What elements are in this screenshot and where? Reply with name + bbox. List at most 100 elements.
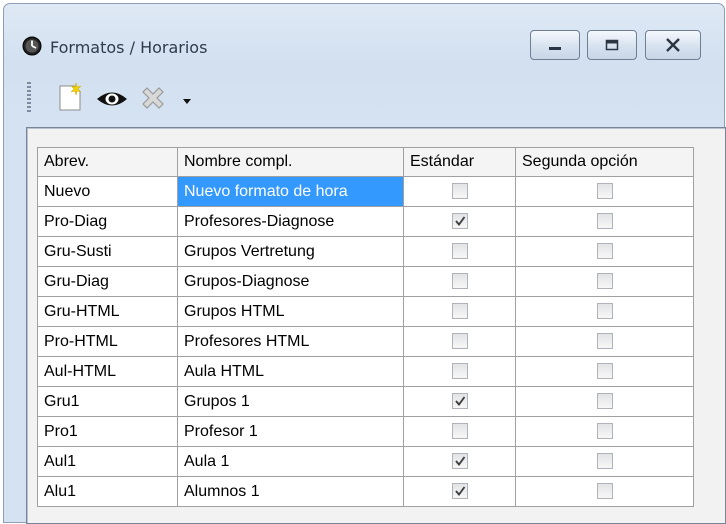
close-icon	[666, 38, 680, 52]
estandar-checkbox[interactable]	[451, 243, 468, 260]
estandar-checkbox[interactable]	[451, 333, 468, 350]
segunda-checkbox[interactable]	[596, 423, 613, 440]
dropdown-arrow-icon[interactable]	[182, 98, 192, 106]
cell-estandar	[403, 476, 516, 507]
table-row[interactable]: Gru1 Grupos 1	[37, 386, 694, 417]
cell-estandar	[403, 416, 516, 447]
cell-abrev[interactable]: Gru-HTML	[37, 296, 178, 327]
column-header-abrev[interactable]: Abrev.	[37, 147, 178, 177]
table-row[interactable]: Aul-HTML Aula HTML	[37, 356, 694, 387]
segunda-checkbox[interactable]	[596, 333, 613, 350]
cell-segunda	[515, 176, 694, 207]
cell-segunda	[515, 356, 694, 387]
table-row[interactable]: Gru-HTML Grupos HTML	[37, 296, 694, 327]
eye-icon[interactable]	[95, 89, 129, 109]
segunda-checkbox[interactable]	[596, 363, 613, 380]
cell-segunda	[515, 386, 694, 417]
cell-abrev[interactable]: Aul1	[37, 446, 178, 477]
estandar-checkbox[interactable]	[451, 183, 468, 200]
cell-abrev[interactable]: Gru-Diag	[37, 266, 178, 297]
cell-abrev[interactable]: Pro1	[37, 416, 178, 447]
estandar-checkbox[interactable]	[451, 303, 468, 320]
cell-nombre[interactable]: Profesores-Diagnose	[177, 206, 404, 237]
estandar-checkbox[interactable]	[451, 363, 468, 380]
table-row[interactable]: Aul1 Aula 1	[37, 446, 694, 477]
cell-estandar	[403, 236, 516, 267]
formats-table: Abrev. Nombre compl. Estándar Segunda op…	[37, 147, 694, 507]
table-body: Nuevo Nuevo formato de hora Pro-Diag Profes…	[37, 176, 694, 507]
cell-abrev[interactable]: Pro-HTML	[37, 326, 178, 357]
cell-estandar	[403, 266, 516, 297]
cell-nombre[interactable]: Grupos 1	[177, 386, 404, 417]
cell-estandar	[403, 176, 516, 207]
cell-segunda	[515, 326, 694, 357]
clock-icon	[22, 36, 42, 56]
column-header-nombre[interactable]: Nombre compl.	[177, 147, 404, 177]
table-row[interactable]: Pro1 Profesor 1	[37, 416, 694, 447]
segunda-checkbox[interactable]	[596, 213, 613, 230]
estandar-checkbox[interactable]	[451, 213, 468, 230]
estandar-checkbox[interactable]	[451, 273, 468, 290]
cell-segunda	[515, 416, 694, 447]
maximize-icon	[605, 39, 619, 51]
close-button[interactable]	[645, 30, 701, 60]
cell-segunda	[515, 266, 694, 297]
cell-nombre[interactable]: Profesores HTML	[177, 326, 404, 357]
new-document-icon[interactable]	[58, 82, 84, 112]
cell-abrev[interactable]: Aul-HTML	[37, 356, 178, 387]
segunda-checkbox[interactable]	[596, 243, 613, 260]
table-header-row: Abrev. Nombre compl. Estándar Segunda op…	[37, 147, 694, 177]
cell-segunda	[515, 446, 694, 477]
cell-nombre[interactable]: Alumnos 1	[177, 476, 404, 507]
formatos-window: Formatos / Horarios Abrev. Nombre compl.…	[3, 3, 726, 524]
cell-nombre[interactable]: Grupos Vertretung	[177, 236, 404, 267]
cell-nombre[interactable]: Grupos-Diagnose	[177, 266, 404, 297]
column-header-estandar[interactable]: Estándar	[403, 147, 516, 177]
cell-estandar	[403, 386, 516, 417]
cell-abrev[interactable]: Pro-Diag	[37, 206, 178, 237]
segunda-checkbox[interactable]	[596, 393, 613, 410]
table-row[interactable]: Alu1 Alumnos 1	[37, 476, 694, 507]
cell-abrev[interactable]: Nuevo	[37, 176, 178, 207]
table-row[interactable]: Gru-Susti Grupos Vertretung	[37, 236, 694, 267]
estandar-checkbox[interactable]	[451, 453, 468, 470]
cell-nombre[interactable]: Profesor 1	[177, 416, 404, 447]
toolbar-grip[interactable]	[27, 82, 31, 112]
cell-estandar	[403, 446, 516, 477]
estandar-checkbox[interactable]	[451, 483, 468, 500]
cell-abrev[interactable]: Gru1	[37, 386, 178, 417]
delete-icon[interactable]	[139, 84, 167, 112]
segunda-checkbox[interactable]	[596, 273, 613, 290]
window-title: Formatos / Horarios	[50, 38, 208, 57]
segunda-checkbox[interactable]	[596, 453, 613, 470]
table-row[interactable]: Gru-Diag Grupos-Diagnose	[37, 266, 694, 297]
cell-estandar	[403, 206, 516, 237]
table-row[interactable]: Pro-Diag Profesores-Diagnose	[37, 206, 694, 237]
cell-estandar	[403, 296, 516, 327]
cell-estandar	[403, 326, 516, 357]
segunda-checkbox[interactable]	[596, 303, 613, 320]
cell-nombre[interactable]: Aula HTML	[177, 356, 404, 387]
cell-nombre[interactable]: Grupos HTML	[177, 296, 404, 327]
formats-grid-panel: Abrev. Nombre compl. Estándar Segunda op…	[26, 127, 726, 524]
column-header-segunda[interactable]: Segunda opción	[515, 147, 694, 177]
segunda-checkbox[interactable]	[596, 483, 613, 500]
table-row[interactable]: Nuevo Nuevo formato de hora	[37, 176, 694, 207]
cell-segunda	[515, 296, 694, 327]
maximize-button[interactable]	[587, 30, 637, 60]
toolbar	[4, 74, 724, 116]
cell-nombre[interactable]: Aula 1	[177, 446, 404, 477]
estandar-checkbox[interactable]	[451, 393, 468, 410]
cell-abrev[interactable]: Alu1	[37, 476, 178, 507]
estandar-checkbox[interactable]	[451, 423, 468, 440]
cell-abrev[interactable]: Gru-Susti	[37, 236, 178, 267]
cell-nombre[interactable]: Nuevo formato de hora	[177, 176, 404, 207]
cell-segunda	[515, 476, 694, 507]
cell-segunda	[515, 206, 694, 237]
table-row[interactable]: Pro-HTML Profesores HTML	[37, 326, 694, 357]
title-bar[interactable]: Formatos / Horarios	[4, 4, 724, 60]
cell-segunda	[515, 236, 694, 267]
cell-estandar	[403, 356, 516, 387]
minimize-button[interactable]	[530, 30, 580, 60]
segunda-checkbox[interactable]	[596, 183, 613, 200]
